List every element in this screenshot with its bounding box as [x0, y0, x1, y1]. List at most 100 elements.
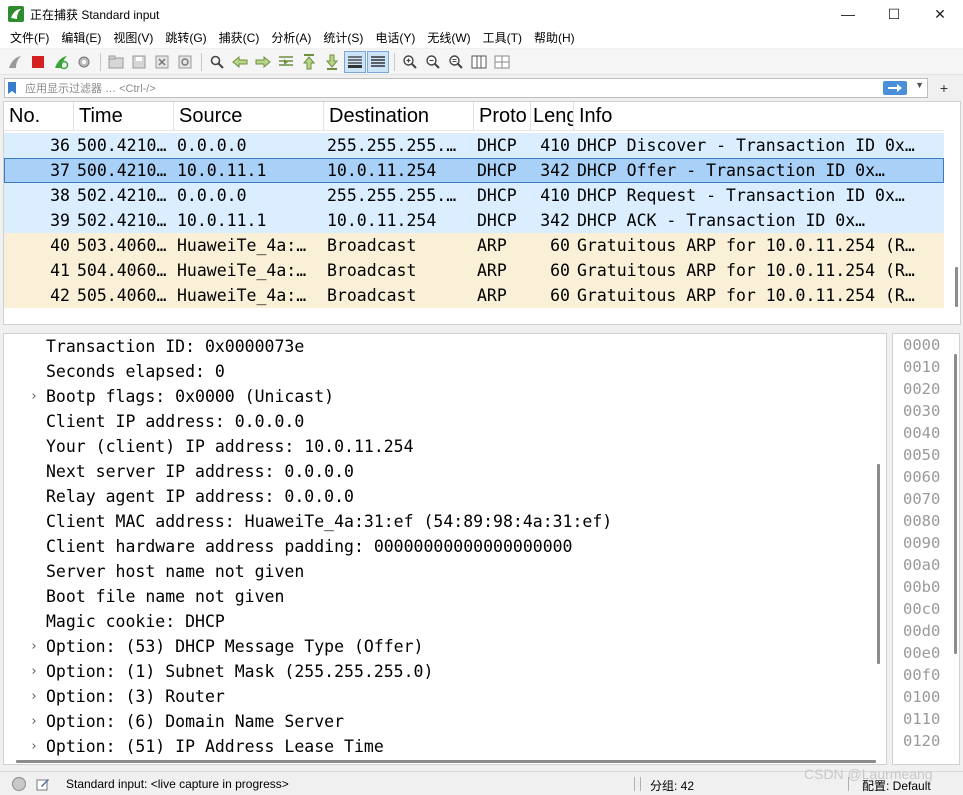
- apply-filter-button[interactable]: [883, 80, 907, 95]
- packet-row[interactable]: 42 505.4060… HuaweiTe_4a:… Broadcast ARP 60 Gr…: [4, 283, 944, 308]
- display-filter-input[interactable]: 应用显示过滤器 … <Ctrl-/> ▼: [4, 77, 928, 98]
- column-header-destination[interactable]: Destination: [324, 102, 474, 131]
- arrow-down-bar-icon: [326, 54, 338, 70]
- zoom-normal-button[interactable]: [445, 51, 467, 73]
- expand-chevron-icon[interactable]: ›: [30, 709, 38, 734]
- packet-details-pane[interactable]: Transaction ID: 0x0000073e Seconds elapse…: [3, 333, 887, 765]
- reload-icon: [178, 55, 192, 68]
- detail-text: Next server IP address: 0.0.0.0: [46, 462, 354, 481]
- detail-text: Option: (1) Subnet Mask (255.255.255.0): [46, 662, 434, 681]
- menu-statistics[interactable]: 统计(S): [317, 28, 369, 48]
- menu-go[interactable]: 跳转(G): [159, 28, 212, 48]
- pane-splitter[interactable]: [0, 326, 963, 333]
- byte-offset: 0080: [903, 512, 941, 530]
- profile-selector[interactable]: 配置: Default: [862, 777, 931, 794]
- expand-chevron-icon[interactable]: ›: [30, 659, 38, 684]
- packet-list[interactable]: No. Time Source Destination Proto Leng I…: [3, 101, 961, 325]
- edit-comment-icon[interactable]: [36, 777, 50, 791]
- cell-destination: 10.0.11.254: [327, 211, 437, 230]
- column-header-protocol[interactable]: Proto: [474, 102, 531, 131]
- filter-history-dropdown[interactable]: ▼: [915, 80, 924, 90]
- resize-columns-button[interactable]: [468, 51, 490, 73]
- packet-row[interactable]: 37 500.4210… 10.0.11.1 10.0.11.254 DHCP 342 DH…: [4, 158, 944, 183]
- cell-no: 36: [50, 136, 70, 155]
- detail-text: Server host name not given: [46, 562, 305, 581]
- go-last-packet-button[interactable]: [321, 51, 343, 73]
- expand-chevron-icon[interactable]: ›: [30, 734, 38, 759]
- close-button[interactable]: ✕: [917, 0, 963, 28]
- column-header-info[interactable]: Info: [574, 102, 944, 131]
- go-back-button[interactable]: [229, 51, 251, 73]
- cell-protocol: DHCP: [477, 136, 517, 155]
- menu-tools[interactable]: 工具(T): [477, 28, 528, 48]
- menu-analyze[interactable]: 分析(A): [265, 28, 317, 48]
- expand-chevron-icon[interactable]: ›: [30, 634, 38, 659]
- menu-bar: 文件(F) 编辑(E) 视图(V) 跳转(G) 捕获(C) 分析(A) 统计(S…: [0, 28, 963, 48]
- arrow-up-bar-icon: [303, 53, 315, 69]
- columns-layout-button[interactable]: [491, 51, 513, 73]
- close-file-button[interactable]: [151, 51, 173, 73]
- packet-row[interactable]: 41 504.4060… HuaweiTe_4a:… Broadcast ARP 60 Gr…: [4, 258, 944, 283]
- add-filter-button[interactable]: +: [934, 78, 954, 98]
- cell-info: DHCP Discover - Transaction ID 0x…: [577, 136, 915, 155]
- zoom-in-icon: [403, 54, 417, 69]
- byte-offset: 0030: [903, 402, 941, 420]
- cell-protocol: DHCP: [477, 186, 517, 205]
- wireshark-fin-icon: [8, 6, 24, 22]
- go-first-packet-button[interactable]: [298, 51, 320, 73]
- packet-row[interactable]: 39 502.4210… 10.0.11.1 10.0.11.254 DHCP 342 DH…: [4, 208, 944, 233]
- cell-protocol: ARP: [477, 286, 507, 305]
- filter-bookmark-button[interactable]: [5, 79, 19, 97]
- zoom-out-button[interactable]: [422, 51, 444, 73]
- autoscroll-button[interactable]: [344, 50, 366, 73]
- byte-offset: 0110: [903, 710, 941, 728]
- menu-telephony[interactable]: 电话(Y): [369, 28, 421, 48]
- menu-view[interactable]: 视图(V): [107, 28, 159, 48]
- packet-row[interactable]: 36 500.4210… 0.0.0.0 255.255.255.… DHCP 410 DH…: [4, 133, 944, 158]
- bytes-scrollbar[interactable]: [954, 354, 957, 654]
- go-forward-button[interactable]: [252, 51, 274, 73]
- byte-offset: 0010: [903, 358, 941, 376]
- menu-file[interactable]: 文件(F): [4, 28, 55, 48]
- packet-bytes-pane[interactable]: 0000 0010 0020 0030 0040 0050 0060 0070 0080 0090…: [892, 333, 960, 765]
- expand-chevron-icon[interactable]: ›: [30, 384, 38, 409]
- packet-list-header: No. Time Source Destination Proto Leng I…: [4, 102, 944, 131]
- byte-offset: 0040: [903, 424, 941, 442]
- cell-source: HuaweiTe_4a:…: [177, 261, 307, 280]
- minimize-button[interactable]: —: [825, 0, 871, 28]
- title-bar: 正在捕获 Standard input — ☐ ✕: [0, 0, 963, 28]
- byte-offset: 0000: [903, 336, 941, 354]
- menu-capture[interactable]: 捕获(C): [213, 28, 266, 48]
- column-header-length[interactable]: Leng: [531, 102, 574, 131]
- menu-wireless[interactable]: 无线(W): [421, 28, 476, 48]
- go-to-packet-button[interactable]: [275, 51, 297, 73]
- details-horizontal-scrollbar[interactable]: [16, 760, 876, 763]
- cell-no: 39: [50, 211, 70, 230]
- colorize-button[interactable]: [367, 50, 389, 73]
- reload-file-button[interactable]: [174, 51, 196, 73]
- column-header-source[interactable]: Source: [174, 102, 324, 131]
- column-header-time[interactable]: Time: [74, 102, 174, 131]
- expert-info-indicator[interactable]: [12, 776, 26, 791]
- zoom-in-button[interactable]: [399, 51, 421, 73]
- open-file-button[interactable]: [105, 51, 127, 73]
- packet-row[interactable]: 40 503.4060… HuaweiTe_4a:… Broadcast ARP 60 Gr…: [4, 233, 944, 258]
- start-capture-button[interactable]: [4, 51, 26, 73]
- packet-row[interactable]: 38 502.4210… 0.0.0.0 255.255.255.… DHCP 410 DH…: [4, 183, 944, 208]
- column-header-no[interactable]: No.: [4, 102, 74, 131]
- cell-source: 10.0.11.1: [177, 211, 267, 230]
- capture-options-button[interactable]: [73, 51, 95, 73]
- colorize-icon: [371, 55, 385, 67]
- stop-capture-button[interactable]: [27, 51, 49, 73]
- find-packet-button[interactable]: [206, 51, 228, 73]
- restart-capture-button[interactable]: [50, 51, 72, 73]
- details-vertical-scrollbar[interactable]: [877, 464, 880, 664]
- cell-info: DHCP Offer - Transaction ID 0x…: [577, 161, 885, 180]
- menu-help[interactable]: 帮助(H): [528, 28, 581, 48]
- maximize-button[interactable]: ☐: [871, 0, 917, 28]
- table-grid-icon: [494, 55, 510, 68]
- expand-chevron-icon[interactable]: ›: [30, 684, 38, 709]
- save-file-button[interactable]: [128, 51, 150, 73]
- menu-edit[interactable]: 编辑(E): [55, 28, 107, 48]
- packet-list-scrollbar[interactable]: [955, 267, 958, 307]
